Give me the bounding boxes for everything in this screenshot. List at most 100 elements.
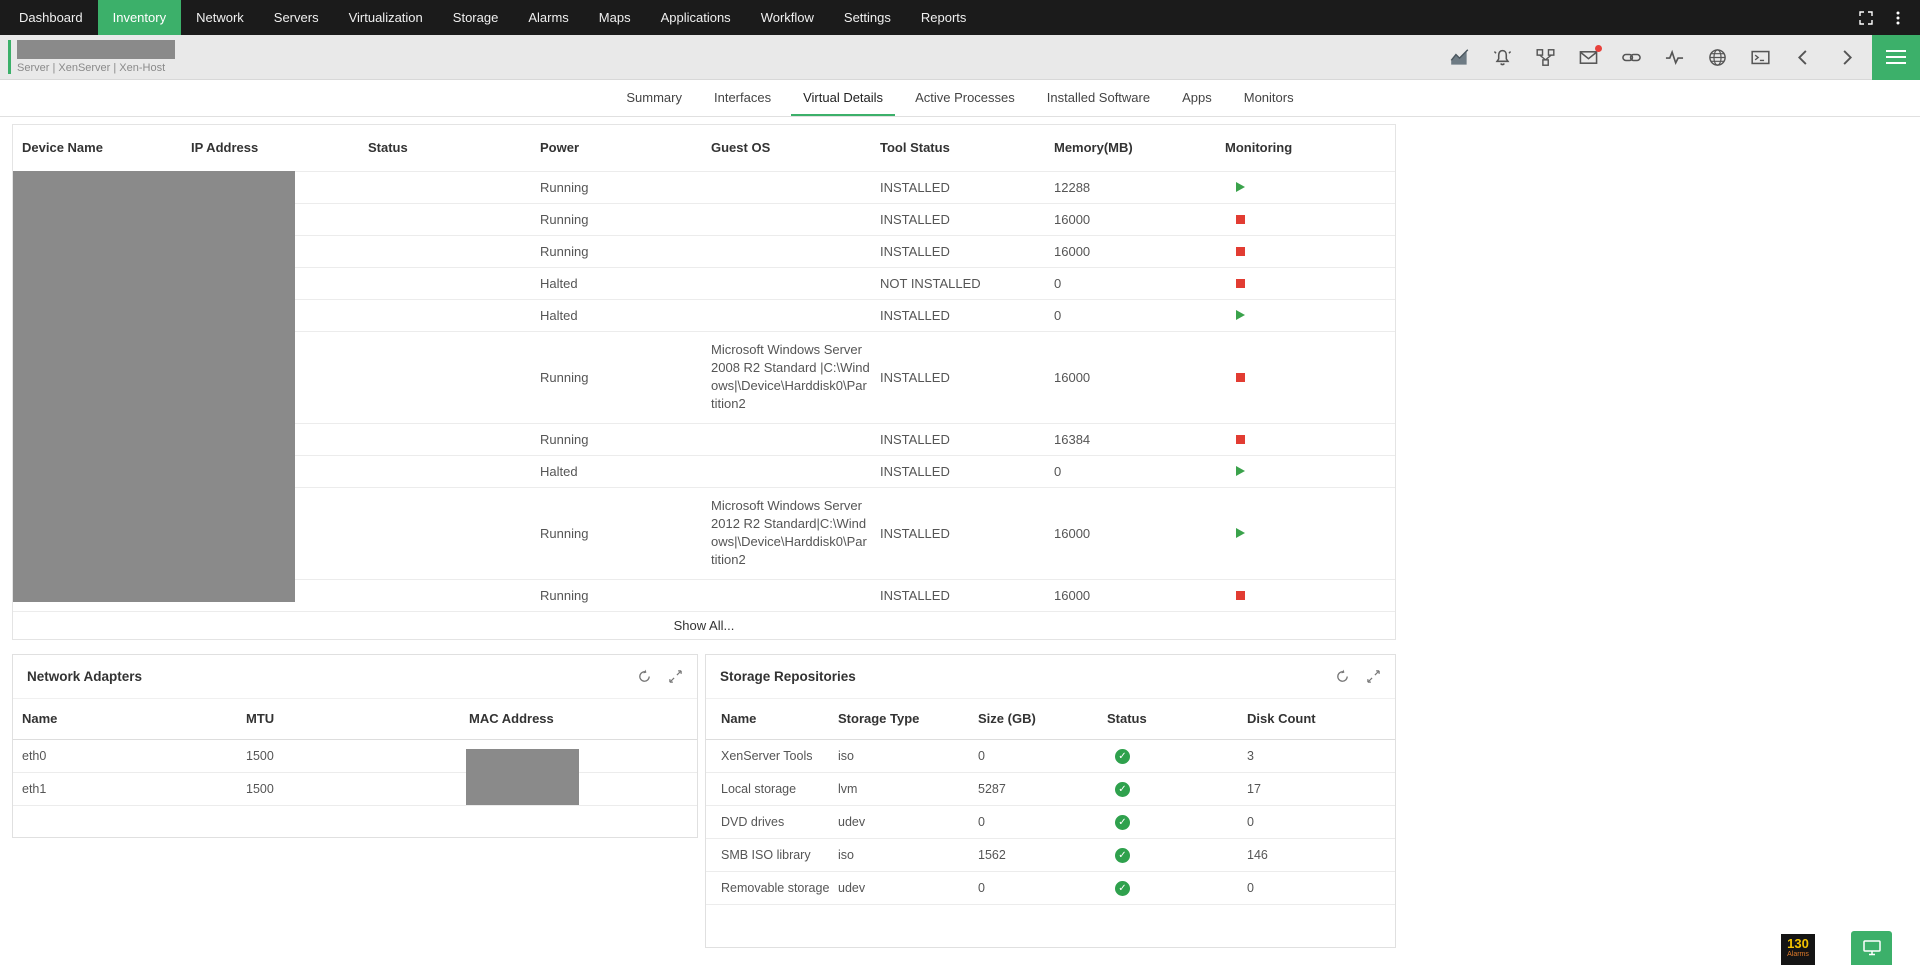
repository-row[interactable]: Local storagelvm5287✓17 [706,772,1395,805]
repository-row[interactable]: SMB ISO libraryiso1562✓146 [706,838,1395,871]
repo-disk-count: 17 [1247,772,1395,805]
vm-col-tool-status: Tool Status [880,125,1054,171]
alarm-icon[interactable] [1493,48,1512,67]
repo-status: ✓ [1107,871,1247,904]
monitoring-start-icon[interactable] [1236,182,1245,192]
breadcrumb: Server | XenServer | Xen-Host [17,62,175,74]
vm-cell-monitoring [1225,299,1395,331]
repository-row[interactable]: DVD drivesudev0✓0 [706,805,1395,838]
top-nav-items: DashboardInventoryNetworkServersVirtuali… [0,0,981,35]
nav-item-storage[interactable]: Storage [438,0,514,35]
vm-cell-monitoring [1225,171,1395,203]
vm-cell-monitoring [1225,455,1395,487]
adapter-name: eth1 [13,772,246,805]
fullscreen-icon[interactable] [1858,10,1874,26]
refresh-icon[interactable] [637,669,652,684]
console-icon[interactable] [1751,48,1770,67]
vm-cell-memory: 0 [1054,267,1225,299]
vm-cell-guest-os [711,423,880,455]
tab-summary[interactable]: Summary [614,80,694,116]
vm-col-monitoring: Monitoring [1225,125,1395,171]
nav-item-network[interactable]: Network [181,0,259,35]
monitoring-stop-icon[interactable] [1236,591,1245,600]
monitoring-start-icon[interactable] [1236,310,1245,320]
vm-cell-tool-status: INSTALLED [880,455,1054,487]
monitoring-stop-icon[interactable] [1236,373,1245,382]
link-icon[interactable] [1622,48,1641,67]
repo-status: ✓ [1107,838,1247,871]
vm-col-memory-mb: Memory(MB) [1054,125,1225,171]
device-meta: Server | XenServer | Xen-Host [17,40,175,74]
adapter-mtu: 1500 [246,772,469,805]
expand-icon[interactable] [1366,669,1381,684]
nav-item-maps[interactable]: Maps [584,0,646,35]
vm-cell-monitoring [1225,423,1395,455]
nav-item-applications[interactable]: Applications [646,0,746,35]
show-all-link[interactable]: Show All... [674,618,735,633]
vm-cell-guest-os [711,579,880,611]
nav-item-virtualization[interactable]: Virtualization [334,0,438,35]
vm-cell-memory: 16384 [1054,423,1225,455]
vm-cell-status [368,455,540,487]
nav-item-reports[interactable]: Reports [906,0,982,35]
vm-cell-power: Running [540,331,711,423]
nav-item-dashboard[interactable]: Dashboard [4,0,98,35]
tab-virtual-details[interactable]: Virtual Details [791,80,895,116]
app-root: DashboardInventoryNetworkServersVirtuali… [0,0,1920,948]
monitoring-stop-icon[interactable] [1236,247,1245,256]
alarm-count-badge[interactable]: 130 Alarms [1781,934,1815,965]
monitoring-stop-icon[interactable] [1236,435,1245,444]
monitoring-start-icon[interactable] [1236,528,1245,538]
nav-item-servers[interactable]: Servers [259,0,334,35]
pulse-icon[interactable] [1665,48,1684,67]
nav-item-inventory[interactable]: Inventory [98,0,181,35]
storage-repositories-title: Storage Repositories [720,669,1335,684]
topology-icon[interactable] [1536,48,1555,67]
vm-cell-guest-os: Microsoft Windows Server 2012 R2 Standar… [711,487,880,579]
monitoring-start-icon[interactable] [1236,466,1245,476]
menu-button[interactable] [1872,35,1920,80]
tab-installed-software[interactable]: Installed Software [1035,80,1162,116]
repo-name: Removable storage [706,871,838,904]
network-adapters-table: NameMTUMAC Address eth01500eth11500 [13,699,697,806]
storage-table-head-row: NameStorage TypeSize (GB)StatusDisk Coun… [706,699,1395,739]
repo-storage-type: iso [838,838,978,871]
globe-icon[interactable] [1708,48,1727,67]
refresh-icon[interactable] [1335,669,1350,684]
vm-cell-power: Halted [540,455,711,487]
expand-icon[interactable] [668,669,683,684]
nav-item-alarms[interactable]: Alarms [513,0,583,35]
tab-apps[interactable]: Apps [1170,80,1224,116]
tab-interfaces[interactable]: Interfaces [702,80,783,116]
adapter-row[interactable]: eth01500 [13,739,697,772]
nav-item-workflow[interactable]: Workflow [746,0,829,35]
mail-icon[interactable] [1579,48,1598,67]
vm-cell-status [368,299,540,331]
adapter-row[interactable]: eth11500 [13,772,697,805]
repository-row[interactable]: Removable storageudev0✓0 [706,871,1395,904]
vm-table-head-row: Device NameIP AddressStatusPowerGuest OS… [13,125,1395,171]
vm-cell-guest-os [711,299,880,331]
repo-status: ✓ [1107,805,1247,838]
prev-icon[interactable] [1794,48,1813,67]
monitoring-stop-icon[interactable] [1236,279,1245,288]
support-button[interactable] [1851,931,1892,965]
monitoring-stop-icon[interactable] [1236,215,1245,224]
vm-col-power: Power [540,125,711,171]
tab-active-processes[interactable]: Active Processes [903,80,1027,116]
vm-col-device-name: Device Name [13,125,191,171]
tab-monitors[interactable]: Monitors [1232,80,1306,116]
next-icon[interactable] [1837,48,1856,67]
vm-cell-tool-status: INSTALLED [880,423,1054,455]
repo-size: 5287 [978,772,1107,805]
nav-item-settings[interactable]: Settings [829,0,906,35]
vm-col-ip-address: IP Address [191,125,368,171]
repository-row[interactable]: XenServer Toolsiso0✓3 [706,739,1395,772]
redacted-device-columns [13,171,295,602]
kebab-menu-icon[interactable] [1890,10,1906,26]
vm-cell-monitoring [1225,579,1395,611]
vm-cell-power: Halted [540,299,711,331]
net-table-head-row: NameMTUMAC Address [13,699,697,739]
tabs-bar: SummaryInterfacesVirtual DetailsActive P… [0,80,1920,117]
chart-icon[interactable] [1450,48,1469,67]
